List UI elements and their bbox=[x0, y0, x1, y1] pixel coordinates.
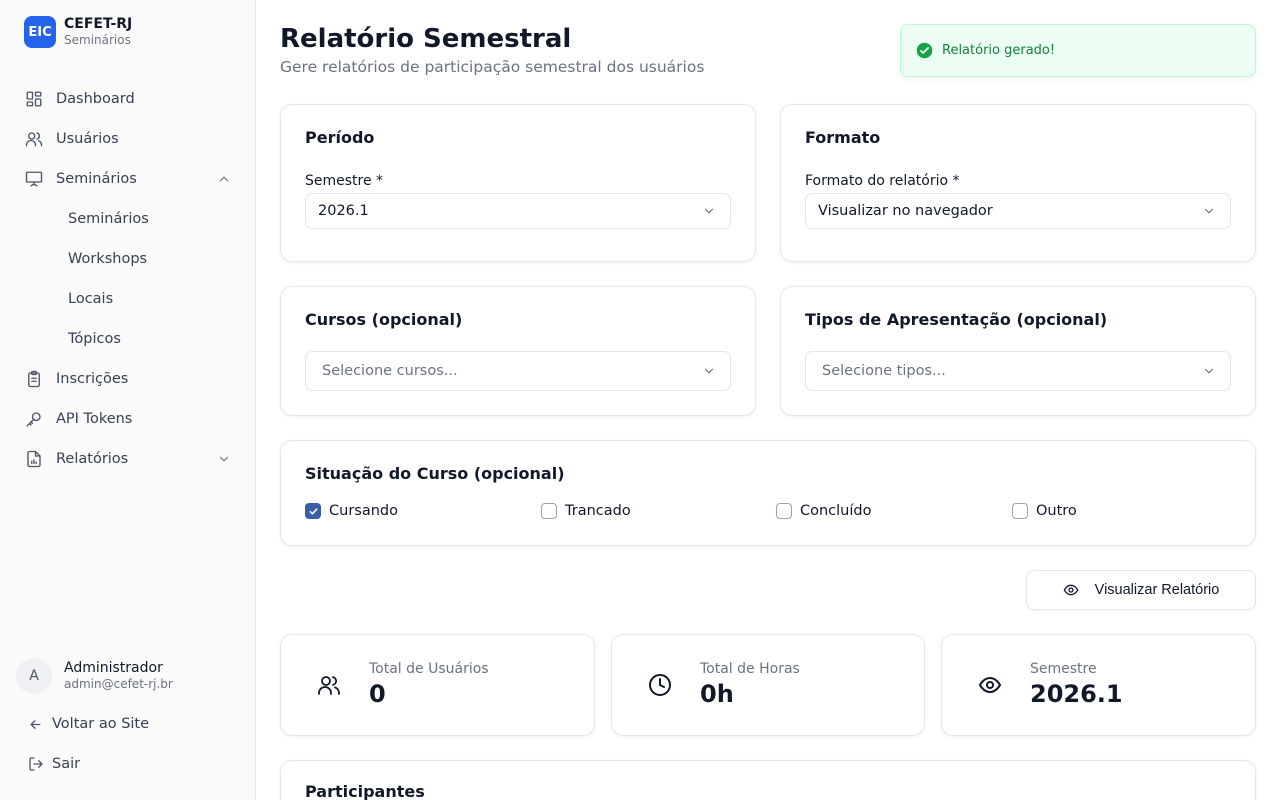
brand[interactable]: EIC CEFET-RJ Seminários bbox=[24, 16, 132, 48]
courses-card-title: Cursos (opcional) bbox=[305, 310, 463, 329]
clipboard-icon bbox=[24, 369, 44, 389]
sidebar-item-label: Usuários bbox=[56, 131, 119, 147]
participants-card: Participantes bbox=[280, 760, 1256, 800]
user-name: Administrador bbox=[64, 659, 163, 676]
format-select[interactable]: Visualizar no navegador bbox=[805, 193, 1231, 229]
users-icon bbox=[24, 129, 44, 149]
chevron-down-icon bbox=[216, 451, 232, 467]
sidebar-item-relatorios[interactable]: Relatórios bbox=[16, 439, 240, 479]
eye-icon bbox=[978, 673, 1002, 697]
users-icon bbox=[317, 673, 341, 697]
stat-total-hours: Total de Horas 0h bbox=[611, 634, 925, 736]
course-status-options: Cursando Trancado Concluído Outro bbox=[305, 503, 1257, 523]
checkbox-label: Trancado bbox=[565, 503, 631, 519]
dashboard-icon bbox=[24, 89, 44, 109]
eye-icon bbox=[1063, 582, 1079, 598]
sidebar-item-seminarios[interactable]: Seminários bbox=[16, 159, 240, 199]
sidebar-item-label: Dashboard bbox=[56, 91, 135, 107]
period-card: Período Semestre * 2026.1 bbox=[280, 104, 756, 262]
sidebar-item-api-tokens[interactable]: API Tokens bbox=[16, 399, 240, 439]
sidebar-subitem-topicos[interactable]: Tópicos bbox=[16, 319, 240, 359]
toast-message: Relatório gerado! bbox=[942, 43, 1056, 58]
stat-semester: Semestre 2026.1 bbox=[941, 634, 1256, 736]
semester-label: Semestre * bbox=[305, 173, 384, 189]
preview-report-label: Visualizar Relatório bbox=[1094, 582, 1220, 598]
chevron-up-icon bbox=[216, 171, 232, 187]
checkbox-outro[interactable]: Outro bbox=[1012, 503, 1077, 519]
checkbox-label: Concluído bbox=[800, 503, 872, 519]
brand-logo: EIC bbox=[24, 16, 56, 48]
chevron-down-icon bbox=[1202, 204, 1216, 218]
sidebar-subitem-locais[interactable]: Locais bbox=[16, 279, 240, 319]
course-status-card: Situação do Curso (opcional) Cursando Tr… bbox=[280, 440, 1256, 546]
checkbox-trancado[interactable]: Trancado bbox=[541, 503, 631, 519]
success-toast[interactable]: Relatório gerado! bbox=[900, 24, 1256, 77]
checkbox-unchecked-icon bbox=[1012, 503, 1028, 519]
back-to-site-label: Voltar ao Site bbox=[52, 716, 150, 732]
sidebar-item-label: Inscrições bbox=[56, 371, 129, 387]
stat-value: 0h bbox=[700, 680, 734, 708]
user-email: admin@cefet-rj.br bbox=[64, 677, 173, 692]
presentation-icon bbox=[24, 169, 44, 189]
stat-label: Semestre bbox=[1030, 661, 1097, 677]
stat-value: 0 bbox=[369, 680, 386, 708]
semester-select-value: 2026.1 bbox=[318, 203, 369, 219]
types-select-placeholder: Selecione tipos... bbox=[822, 363, 946, 379]
clock-icon bbox=[648, 673, 672, 697]
user-profile[interactable]: A Administrador admin@cefet-rj.br bbox=[16, 658, 173, 694]
arrow-left-icon bbox=[28, 716, 44, 732]
sidebar-item-label: API Tokens bbox=[56, 411, 133, 427]
checkbox-label: Cursando bbox=[329, 503, 398, 519]
page-subtitle: Gere relatórios de participação semestra… bbox=[280, 58, 705, 76]
brand-name: CEFET-RJ bbox=[64, 16, 133, 33]
checkbox-label: Outro bbox=[1036, 503, 1077, 519]
stat-value: 2026.1 bbox=[1030, 680, 1123, 708]
chevron-down-icon bbox=[1202, 364, 1216, 378]
sidebar-item-label: Seminários bbox=[56, 171, 137, 187]
format-select-value: Visualizar no navegador bbox=[818, 203, 993, 219]
check-circle-icon bbox=[916, 42, 933, 59]
logout-label: Sair bbox=[52, 756, 81, 772]
courses-select-placeholder: Selecione cursos... bbox=[322, 363, 458, 379]
avatar: A bbox=[16, 658, 52, 694]
checkbox-cursando[interactable]: Cursando bbox=[305, 503, 398, 519]
types-select[interactable]: Selecione tipos... bbox=[805, 351, 1231, 391]
checkbox-unchecked-icon bbox=[541, 503, 557, 519]
sidebar-subitem-seminarios[interactable]: Seminários bbox=[16, 199, 240, 239]
report-icon bbox=[24, 449, 44, 469]
sidebar-subitem-workshops[interactable]: Workshops bbox=[16, 239, 240, 279]
logout-link[interactable]: Sair bbox=[28, 756, 80, 772]
back-to-site-link[interactable]: Voltar ao Site bbox=[28, 716, 149, 732]
course-status-title: Situação do Curso (opcional) bbox=[305, 464, 565, 483]
sidebar-nav: Dashboard Usuários Seminários Seminários… bbox=[16, 79, 240, 479]
page-title: Relatório Semestral bbox=[280, 24, 572, 54]
checkbox-concluido[interactable]: Concluído bbox=[776, 503, 871, 519]
period-card-title: Período bbox=[305, 128, 375, 147]
key-icon bbox=[24, 409, 44, 429]
stat-label: Total de Horas bbox=[700, 661, 800, 677]
format-card: Formato Formato do relatório * Visualiza… bbox=[780, 104, 1256, 262]
format-card-title: Formato bbox=[805, 128, 881, 147]
stat-total-users: Total de Usuários 0 bbox=[280, 634, 595, 736]
participants-title: Participantes bbox=[305, 782, 425, 800]
brand-subtitle: Seminários bbox=[64, 33, 131, 48]
types-card-title: Tipos de Apresentação (opcional) bbox=[805, 310, 1108, 329]
chevron-down-icon bbox=[702, 204, 716, 218]
sidebar: EIC CEFET-RJ Seminários Dashboard Usuári… bbox=[0, 0, 256, 800]
sidebar-item-usuarios[interactable]: Usuários bbox=[16, 119, 240, 159]
checkbox-unchecked-icon bbox=[776, 503, 792, 519]
sidebar-item-label: Relatórios bbox=[56, 451, 129, 467]
logout-icon bbox=[28, 756, 44, 772]
sidebar-item-inscricoes[interactable]: Inscrições bbox=[16, 359, 240, 399]
courses-card: Cursos (opcional) Selecione cursos... bbox=[280, 286, 756, 416]
checkbox-checked-icon bbox=[305, 503, 321, 519]
stat-label: Total de Usuários bbox=[369, 661, 489, 677]
sidebar-item-dashboard[interactable]: Dashboard bbox=[16, 79, 240, 119]
semester-select[interactable]: 2026.1 bbox=[305, 193, 731, 229]
courses-select[interactable]: Selecione cursos... bbox=[305, 351, 731, 391]
presentation-types-card: Tipos de Apresentação (opcional) Selecio… bbox=[780, 286, 1256, 416]
format-label: Formato do relatório * bbox=[805, 173, 960, 189]
preview-report-button[interactable]: Visualizar Relatório bbox=[1026, 570, 1256, 610]
chevron-down-icon bbox=[702, 364, 716, 378]
